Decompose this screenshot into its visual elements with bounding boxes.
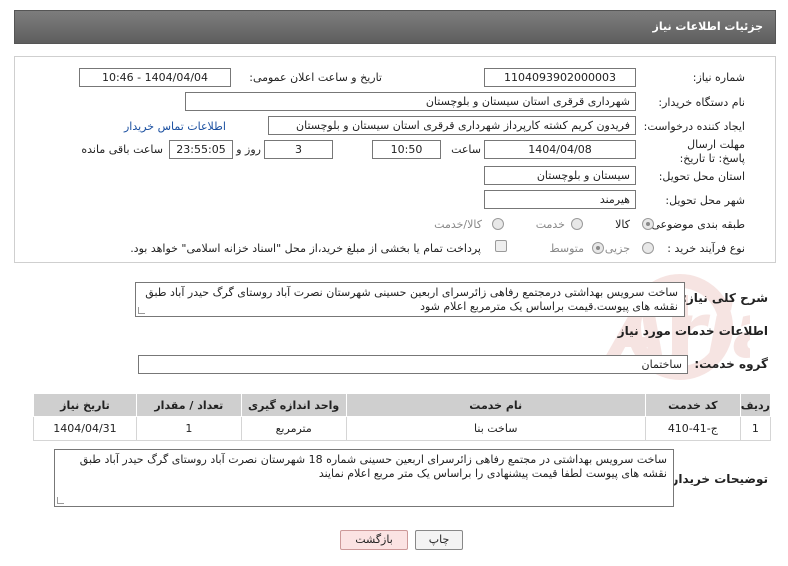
payment-note: پرداخت تمام یا بخشی از مبلغ خرید،از محل … [130, 242, 481, 255]
print-button[interactable]: چاپ [415, 530, 463, 550]
category-option-goods: کالا [615, 218, 630, 231]
creator-field: فریدون کریم کشته کارپرداز شهرداری قرقری … [268, 116, 636, 135]
category-option-service: خدمت [535, 218, 565, 231]
category-label: طبقه بندی موضوعی: [647, 218, 745, 231]
need-number-field: 1104093902000003 [484, 68, 636, 87]
back-button[interactable]: بازگشت [340, 530, 408, 550]
buyer-notes-textarea[interactable]: ساخت سرویس بهداشتی در مجتمع رفاهی زائرسر… [54, 449, 674, 507]
service-group-field: ساختمان [138, 355, 688, 374]
cell-quantity: 1 [135, 416, 242, 441]
category-option-goods-service: کالا/خدمت [434, 218, 482, 231]
need-number-label: شماره نیاز: [692, 71, 745, 84]
treasury-bonds-checkbox[interactable] [495, 240, 507, 252]
remaining-time-field: 23:55:05 [169, 140, 233, 159]
page-header: جزئیات اطلاعات نیاز [14, 10, 776, 44]
process-radio-medium[interactable] [592, 242, 604, 254]
col-service-code: کد خدمت [644, 393, 741, 417]
cell-service-code: ج-41-410 [644, 416, 741, 441]
cell-row: 1 [739, 416, 772, 441]
table-row: 1 ج-41-410 ساخت بنا مترمربع 1 1404/04/31 [33, 416, 772, 441]
province-label: استان محل تحویل: [658, 170, 745, 183]
buyer-label: نام دستگاه خریدار: [658, 96, 745, 109]
deadline-time-label: ساعت [451, 143, 481, 156]
col-row: ردیف [739, 393, 772, 417]
services-section-title: اطلاعات خدمات مورد نیاز [617, 324, 768, 338]
deadline-time-field: 10:50 [372, 140, 441, 159]
province-field: سیستان و بلوچستان [484, 166, 636, 185]
deadline-label: مهلت ارسال پاسخ: تا تاریخ: [679, 138, 745, 165]
cell-unit: مترمربع [240, 416, 347, 441]
days-label: روز و [236, 143, 261, 156]
process-radio-minor[interactable] [642, 242, 654, 254]
cell-service-name: ساخت بنا [345, 416, 646, 441]
process-label: نوع فرآیند خرید : [667, 242, 745, 255]
service-group-label: گروه خدمت: [694, 357, 768, 371]
summary-text: ساخت سرویس بهداشتی درمجتمع رفاهی زائرسرا… [145, 286, 678, 313]
cell-need-date: 1404/04/31 [33, 416, 137, 441]
col-service-name: نام خدمت [345, 393, 646, 417]
resize-grip-icon[interactable] [57, 497, 64, 504]
remaining-label: ساعت باقی مانده [81, 143, 163, 156]
category-radio-goods-service[interactable] [492, 218, 504, 230]
category-radio-service[interactable] [571, 218, 583, 230]
resize-grip-icon[interactable] [138, 307, 145, 314]
summary-label: شرح کلی نیاز: [682, 291, 768, 305]
col-need-date: تاریخ نیاز [33, 393, 137, 417]
need-details-panel [14, 56, 776, 263]
buyer-notes-label: توضیحات خریدار: [666, 472, 768, 486]
deadline-date-field: 1404/04/08 [484, 140, 636, 159]
process-option-minor: جزیی [604, 242, 630, 255]
col-quantity: تعداد / مقدار [135, 393, 242, 417]
category-radio-goods[interactable] [642, 218, 654, 230]
announce-datetime-field: 1404/04/04 - 10:46 [79, 68, 231, 87]
buyer-contact-link[interactable]: اطلاعات تماس خریدار [124, 120, 226, 133]
city-label: شهر محل تحویل: [665, 194, 745, 207]
summary-textarea[interactable]: ساخت سرویس بهداشتی درمجتمع رفاهی زائرسرا… [135, 282, 685, 317]
days-field: 3 [264, 140, 333, 159]
announce-label: تاریخ و ساعت اعلان عمومی: [249, 71, 382, 84]
table-header-row: ردیف کد خدمت نام خدمت واحد اندازه گیری ت… [33, 393, 772, 417]
page-title: جزئیات اطلاعات نیاز [652, 20, 764, 33]
city-field: هیرمند [484, 190, 636, 209]
buyer-notes-text: ساخت سرویس بهداشتی در مجتمع رفاهی زائرسر… [79, 453, 667, 480]
services-table: ردیف کد خدمت نام خدمت واحد اندازه گیری ت… [33, 393, 772, 441]
col-unit: واحد اندازه گیری [240, 393, 347, 417]
creator-label: ایجاد کننده درخواست: [643, 120, 745, 133]
buyer-field: شهرداری قرقری استان سیستان و بلوچستان [185, 92, 636, 111]
process-option-medium: متوسط [549, 242, 584, 255]
